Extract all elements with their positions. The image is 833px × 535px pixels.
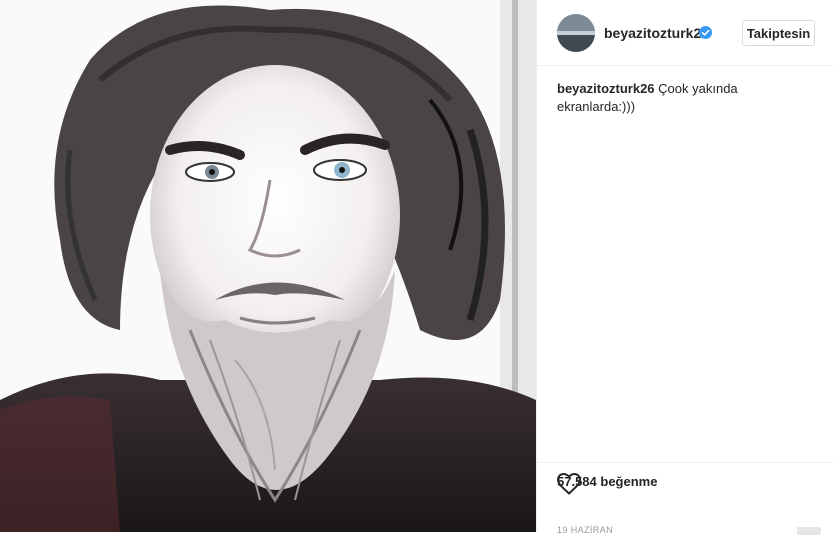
post-sidebar: beyazitozturk26 Takiptesin beyazitozturk…: [536, 0, 833, 535]
following-button[interactable]: Takiptesin: [742, 20, 815, 46]
portrait-image: [0, 0, 536, 532]
more-options-button[interactable]: [797, 527, 821, 535]
username-link[interactable]: beyazitozturk26: [604, 25, 709, 41]
verified-badge-icon: [699, 26, 712, 39]
post-photo[interactable]: [0, 0, 536, 532]
post-actions: [537, 462, 833, 495]
caption-username[interactable]: beyazitozturk26: [557, 81, 655, 96]
avatar[interactable]: [557, 14, 595, 52]
post-date[interactable]: 19 HAZİRAN: [557, 525, 613, 535]
post-caption: beyazitozturk26 Çook yakında ekranlarda:…: [557, 80, 817, 116]
avatar-image: [557, 14, 595, 52]
likes-count[interactable]: 57.584 beğenme: [557, 474, 657, 489]
post-header: beyazitozturk26 Takiptesin: [537, 0, 833, 66]
